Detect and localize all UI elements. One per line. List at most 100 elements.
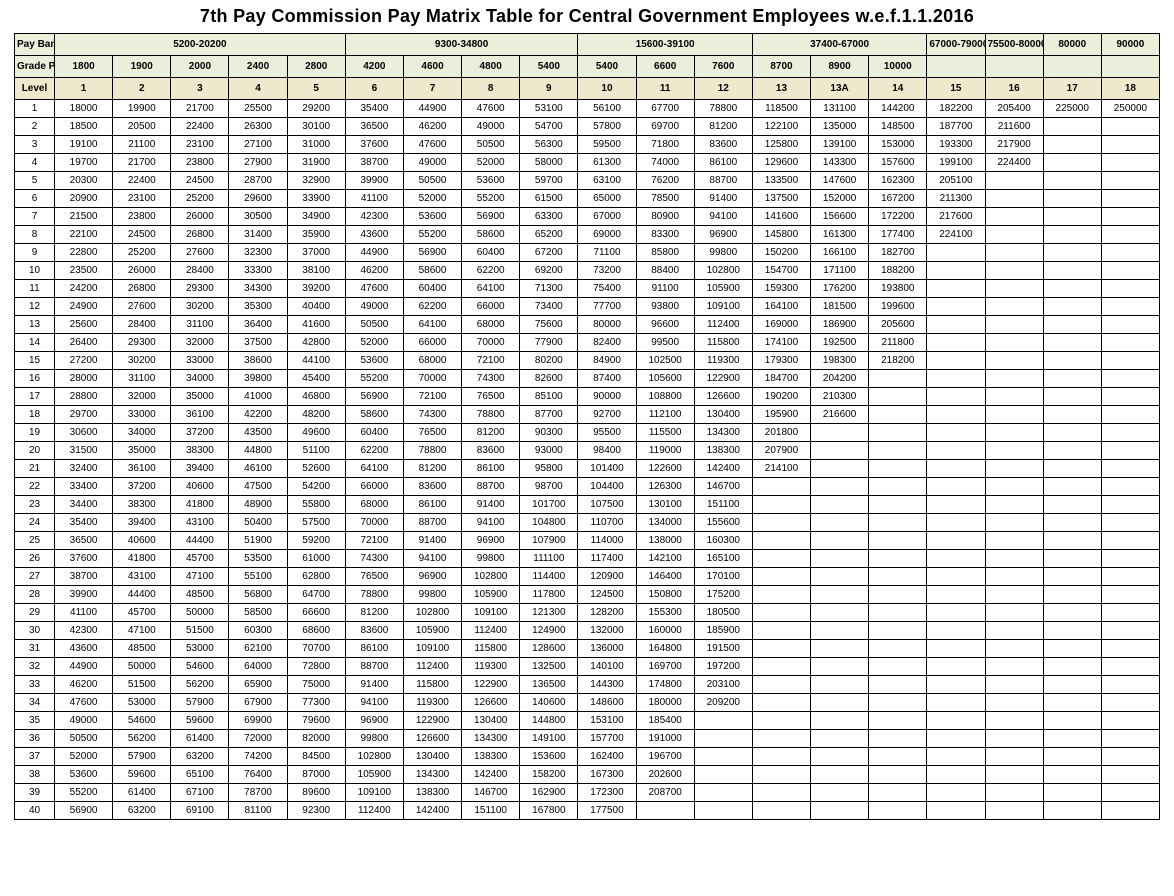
cell-value	[985, 442, 1043, 460]
row-index: 26	[15, 550, 55, 568]
header-level: 13A	[811, 78, 869, 100]
cell-value	[694, 802, 752, 820]
cell-value: 54600	[171, 658, 229, 676]
cell-value	[1101, 586, 1159, 604]
cell-value: 53600	[403, 208, 461, 226]
cell-value: 38300	[171, 442, 229, 460]
cell-value: 39400	[113, 514, 171, 532]
cell-value: 53000	[113, 694, 171, 712]
row-index: 30	[15, 622, 55, 640]
cell-value: 88400	[636, 262, 694, 280]
cell-value: 27100	[229, 136, 287, 154]
table-row: 3042300471005150060300686008360010590011…	[15, 622, 1160, 640]
cell-value: 59500	[578, 136, 636, 154]
cell-value: 19700	[55, 154, 113, 172]
cell-value: 47600	[345, 280, 403, 298]
cell-value	[985, 748, 1043, 766]
cell-value: 51500	[171, 622, 229, 640]
cell-value	[752, 712, 810, 730]
cell-value: 138300	[403, 784, 461, 802]
cell-value: 57800	[578, 118, 636, 136]
table-row: 1628000311003400039800454005520070000743…	[15, 370, 1160, 388]
cell-value	[811, 766, 869, 784]
row-index: 39	[15, 784, 55, 802]
cell-value	[752, 676, 810, 694]
cell-value: 133500	[752, 172, 810, 190]
cell-value: 26300	[229, 118, 287, 136]
cell-value	[927, 712, 985, 730]
cell-value: 40600	[171, 478, 229, 496]
cell-value: 48200	[287, 406, 345, 424]
header-gradepay: 7600	[694, 56, 752, 78]
cell-value: 101400	[578, 460, 636, 478]
cell-value: 182200	[927, 100, 985, 118]
header-gradepay: 2400	[229, 56, 287, 78]
cell-value: 30600	[55, 424, 113, 442]
cell-value: 56200	[113, 730, 171, 748]
cell-value: 147600	[811, 172, 869, 190]
cell-value: 217900	[985, 136, 1043, 154]
cell-value: 114000	[578, 532, 636, 550]
cell-value: 80200	[520, 352, 578, 370]
cell-value: 93000	[520, 442, 578, 460]
cell-value	[1101, 118, 1159, 136]
cell-value: 139100	[811, 136, 869, 154]
cell-value: 132000	[578, 622, 636, 640]
cell-value: 43500	[229, 424, 287, 442]
cell-value: 73400	[520, 298, 578, 316]
cell-value: 31100	[113, 370, 171, 388]
cell-value: 250000	[1101, 100, 1159, 118]
cell-value: 86100	[694, 154, 752, 172]
cell-value	[1043, 226, 1101, 244]
cell-value: 34000	[113, 424, 171, 442]
cell-value	[927, 478, 985, 496]
cell-value	[1043, 334, 1101, 352]
cell-value: 53500	[229, 550, 287, 568]
cell-value	[1043, 550, 1101, 568]
cell-value: 138000	[636, 532, 694, 550]
cell-value: 56200	[171, 676, 229, 694]
cell-value: 46100	[229, 460, 287, 478]
cell-value	[869, 658, 927, 676]
cell-value: 58600	[345, 406, 403, 424]
cell-value: 130400	[694, 406, 752, 424]
cell-value: 170100	[694, 568, 752, 586]
cell-value	[1101, 676, 1159, 694]
cell-value: 148600	[578, 694, 636, 712]
cell-value: 184700	[752, 370, 810, 388]
table-row: 2941100457005000058500666008120010280010…	[15, 604, 1160, 622]
cell-value: 181500	[811, 298, 869, 316]
cell-value: 25200	[113, 244, 171, 262]
cell-value: 151100	[694, 496, 752, 514]
cell-value: 77900	[520, 334, 578, 352]
cell-value	[694, 712, 752, 730]
header-gradepay: 1900	[113, 56, 171, 78]
cell-value: 150800	[636, 586, 694, 604]
cell-value: 49000	[462, 118, 520, 136]
cell-value	[869, 730, 927, 748]
cell-value	[985, 334, 1043, 352]
cell-value: 19100	[55, 136, 113, 154]
cell-value	[1043, 280, 1101, 298]
cell-value: 78800	[403, 442, 461, 460]
cell-value: 42200	[229, 406, 287, 424]
row-index: 29	[15, 604, 55, 622]
cell-value: 210300	[811, 388, 869, 406]
cell-value	[752, 604, 810, 622]
cell-value: 52000	[55, 748, 113, 766]
cell-value: 191500	[694, 640, 752, 658]
cell-value: 54700	[520, 118, 578, 136]
cell-value	[927, 316, 985, 334]
cell-value: 45400	[287, 370, 345, 388]
cell-value: 172200	[869, 208, 927, 226]
cell-value: 171100	[811, 262, 869, 280]
cell-value: 185400	[636, 712, 694, 730]
cell-value: 60400	[345, 424, 403, 442]
cell-value: 224100	[927, 226, 985, 244]
cell-value: 33300	[229, 262, 287, 280]
cell-value: 38700	[345, 154, 403, 172]
header-level-label: Level	[15, 78, 55, 100]
cell-value: 99800	[345, 730, 403, 748]
cell-value	[869, 604, 927, 622]
cell-value: 28700	[229, 172, 287, 190]
